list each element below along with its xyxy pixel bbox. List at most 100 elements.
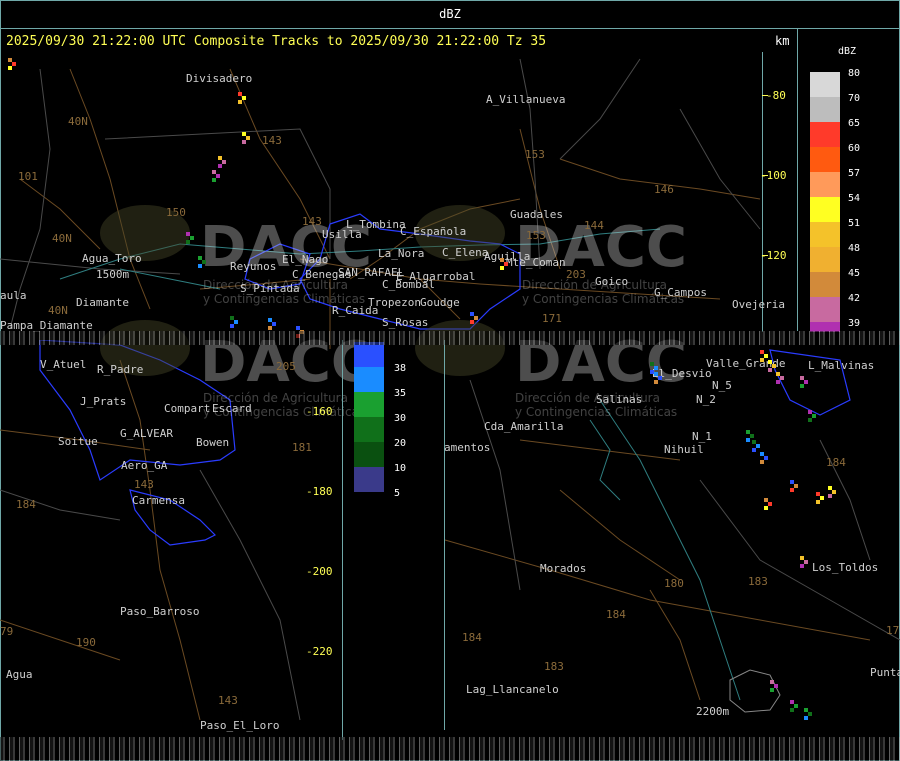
place-label: Bowen	[196, 436, 230, 449]
radar-echo-pixel	[752, 448, 756, 452]
route-number: 150	[166, 206, 186, 219]
lower-divider	[444, 340, 445, 730]
legend-swatch	[810, 247, 840, 272]
radar-echo-pixel	[820, 496, 824, 500]
legend-label: 5	[394, 488, 401, 499]
radar-echo-pixel	[474, 316, 478, 320]
legend-swatch	[354, 417, 384, 442]
place-label: 2200m	[696, 705, 730, 718]
route-number: 183	[748, 575, 768, 588]
radar-echo-pixel	[808, 712, 812, 716]
route-number: 153	[525, 148, 545, 161]
radar-echo-pixel	[776, 380, 780, 384]
radar-echo-pixel	[272, 322, 276, 326]
radar-echo-pixel	[654, 366, 658, 370]
composite-header: 2025/09/30 21:22:00 UTC Composite Tracks…	[6, 34, 547, 49]
y-axis-line	[762, 52, 763, 332]
radar-echo-pixel	[812, 414, 816, 418]
place-label: Aero_GA	[121, 459, 168, 472]
radar-echo-pixel	[800, 564, 804, 568]
radar-echo-pixel	[790, 488, 794, 492]
radar-echo-pixel	[760, 358, 764, 362]
legend-swatch	[810, 97, 840, 122]
place-label: Agua	[6, 668, 33, 681]
legend-swatch	[810, 72, 840, 97]
render-artifact-band	[0, 737, 900, 761]
place-label: Goudge	[420, 296, 460, 309]
place-label: S_Pintada	[240, 282, 300, 295]
radar-echo-pixel	[764, 506, 768, 510]
radar-echo-pixel	[774, 684, 778, 688]
radar-echo-pixel	[198, 264, 202, 268]
radar-echo-pixel	[268, 326, 272, 330]
place-label: Escard	[212, 402, 252, 415]
legend-swatch	[810, 222, 840, 247]
radar-echo-pixel	[750, 434, 754, 438]
legend-label: 54	[848, 193, 861, 204]
route-number: 40N	[68, 115, 88, 128]
radar-echo-pixel	[768, 502, 772, 506]
legend-swatch	[354, 442, 384, 467]
radar-echo-pixel	[816, 500, 820, 504]
legend-swatch	[354, 392, 384, 417]
legend-label: 42	[848, 293, 861, 304]
place-label: Morados	[540, 562, 587, 575]
radar-echo-pixel	[756, 444, 760, 448]
y-tick-label: -120	[760, 249, 787, 262]
place-label: El_Nago	[282, 253, 329, 266]
y-tick-label: -200	[306, 565, 333, 578]
radar-echo-pixel	[658, 376, 662, 380]
legend-label: 51	[848, 218, 861, 229]
place-label: Divisadero	[186, 72, 253, 85]
place-label: Salinas	[596, 393, 643, 406]
route-number: 146	[654, 183, 674, 196]
route-number: 144	[584, 219, 604, 232]
legend-swatch	[354, 367, 384, 392]
legend-label: 38	[394, 363, 407, 374]
place-label: Paso_Barroso	[120, 605, 200, 618]
legend-title: dBZ	[838, 46, 857, 57]
place-label: Reyunos	[230, 260, 277, 273]
place-label: J_Prats	[80, 395, 127, 408]
legend-label: 65	[848, 118, 861, 129]
legend-swatch	[810, 297, 840, 322]
place-label: Compart	[164, 402, 211, 415]
lower-axis-line	[342, 340, 343, 740]
place-label: N_1	[692, 430, 712, 443]
radar-echo-pixel	[804, 380, 808, 384]
legend-label: 80	[848, 68, 861, 79]
route-number: 180	[664, 577, 684, 590]
road-network-lower	[0, 359, 871, 721]
radar-echo-pixel	[500, 266, 504, 270]
legend-label: 57	[848, 168, 861, 179]
route-number: 143	[134, 478, 154, 491]
place-label: Lag_Llancanelo	[466, 683, 559, 696]
radar-echo-pixel	[186, 240, 190, 244]
place-label: Carmensa	[132, 494, 185, 507]
route-number: 143	[262, 134, 282, 147]
route-number: 79	[0, 625, 14, 638]
place-label: Ovejeria	[732, 298, 785, 311]
place-label: amentos	[444, 441, 491, 454]
place-label: C_Bombal	[382, 278, 435, 291]
route-number: 173	[886, 624, 900, 637]
radar-echo-pixel	[760, 460, 764, 464]
y-tick-label: -100	[760, 169, 787, 182]
radar-echo-pixel	[770, 688, 774, 692]
radar-echo-pixel	[242, 140, 246, 144]
legend-label: 39	[848, 318, 861, 329]
radar-echo-pixel	[238, 100, 242, 104]
route-number: 153	[526, 229, 546, 242]
legend-label: 10	[394, 463, 407, 474]
legend-label: 20	[394, 438, 407, 449]
place-label: C_Española	[400, 225, 467, 238]
radar-echo-pixel	[654, 380, 658, 384]
place-label: V_Atuel	[40, 358, 87, 371]
radar-echo-pixel	[222, 160, 226, 164]
radar-echo-pixel	[212, 178, 216, 182]
radar-echo-pixel	[800, 384, 804, 388]
radar-echo-pixel	[12, 62, 16, 66]
radar-echo-pixel	[470, 320, 474, 324]
legend-label: 60	[848, 143, 861, 154]
route-number: 205	[276, 360, 296, 373]
